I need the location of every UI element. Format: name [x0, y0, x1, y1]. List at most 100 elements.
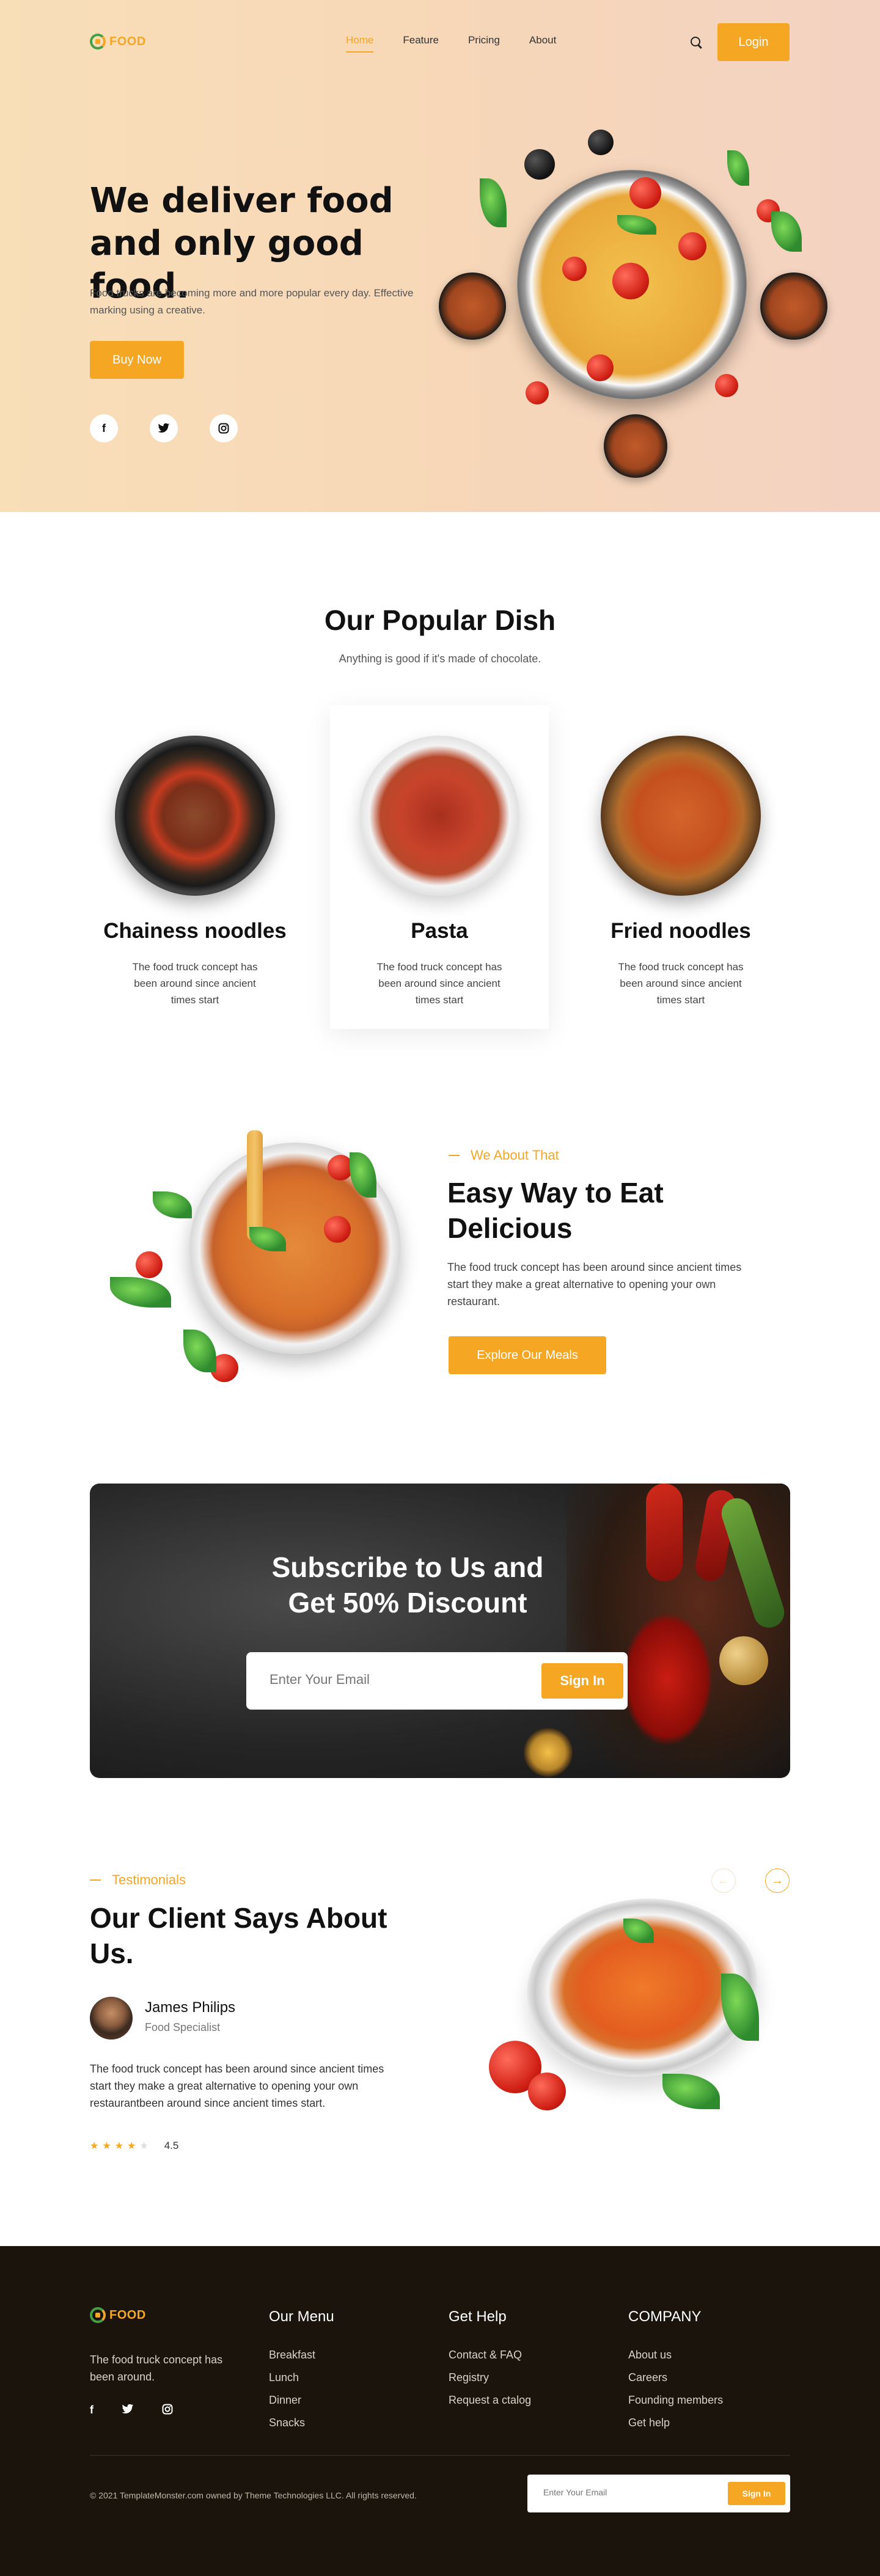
basil-leaf-icon — [662, 2074, 720, 2109]
small-bowl-image — [604, 414, 667, 478]
footer-link[interactable]: Breakfast — [269, 2344, 334, 2366]
eyebrow-dash — [449, 1155, 460, 1156]
about-description: The food truck concept has been around s… — [447, 1261, 742, 1308]
dish-description: The food truck concept has been around s… — [376, 961, 502, 1006]
star-icon: ★ — [127, 2141, 136, 2151]
facebook-icon[interactable]: f — [90, 2404, 94, 2418]
footer-link[interactable]: About us — [628, 2344, 723, 2366]
footer-email-input[interactable] — [543, 2487, 696, 2497]
hero-section: FOOD Home Feature Pricing About Login We… — [0, 0, 880, 512]
about-title: Easy Way to Eat Delicious — [447, 1177, 664, 1244]
subscribe-form: Sign In — [246, 1652, 628, 1710]
avatar — [90, 1997, 133, 2040]
footer-link[interactable]: Lunch — [269, 2366, 334, 2389]
about-eyebrow-label: We About That — [471, 1147, 559, 1163]
fork-noodles — [247, 1130, 263, 1240]
footer-column-company: COMPANY About us Careers Founding member… — [628, 2308, 723, 2434]
subscribe-banner: Subscribe to Us and Get 50% Discount Sig… — [90, 1484, 790, 1778]
footer-brand-logo[interactable]: FOOD — [90, 2307, 146, 2323]
about-eyebrow: We About That — [449, 1147, 559, 1163]
testimonial-person-role: Food Specialist — [145, 2021, 221, 2033]
arrow-left-icon[interactable]: ← — [711, 1868, 736, 1893]
popular-subtitle: Anything is good if it's made of chocola… — [339, 653, 541, 665]
tomato-icon — [629, 177, 661, 209]
footer-link[interactable]: Founding members — [628, 2389, 723, 2412]
tomato-icon — [136, 1251, 163, 1278]
testimonial-person-name: James Philips — [145, 1999, 236, 2016]
basil-leaf-icon — [771, 211, 802, 252]
search-icon[interactable] — [691, 37, 700, 46]
footer-sign-in-button[interactable]: Sign In — [728, 2482, 785, 2505]
footer-column-menu: Our Menu Breakfast Lunch Dinner Snacks — [269, 2308, 334, 2434]
dish-image — [115, 736, 275, 896]
testimonials-eyebrow-label: Testimonials — [112, 1872, 186, 1887]
dish-description: The food truck concept has been around s… — [618, 961, 744, 1006]
instagram-icon[interactable] — [162, 2404, 173, 2418]
subscribe-title: Subscribe to Us and Get 50% Discount — [271, 1551, 544, 1619]
dish-card[interactable]: Chainess noodles The food truck concept … — [86, 705, 304, 1029]
footer-link[interactable]: Registry — [449, 2366, 531, 2389]
bell-pepper-icon — [622, 1612, 713, 1746]
small-bowl-image — [760, 273, 827, 340]
logo-icon — [90, 34, 106, 49]
testimonials-title: Our Client Says About Us. — [90, 1902, 387, 1969]
footer-link[interactable]: Dinner — [269, 2389, 334, 2412]
brand-logo[interactable]: FOOD — [90, 34, 146, 49]
footer-column-title: Our Menu — [269, 2308, 334, 2325]
footer-social-links: f — [90, 2404, 173, 2418]
explore-meals-button[interactable]: Explore Our Meals — [449, 1336, 606, 1374]
logo-icon — [90, 2307, 106, 2323]
footer-link[interactable]: Snacks — [269, 2412, 334, 2434]
instagram-icon[interactable] — [210, 414, 238, 442]
basil-leaf-icon — [727, 150, 749, 186]
basil-leaf-icon — [153, 1191, 192, 1218]
rating-value: 4.5 — [164, 2140, 179, 2151]
subscribe-sign-in-button[interactable]: Sign In — [541, 1663, 623, 1699]
tomato-icon — [562, 257, 587, 281]
dish-card[interactable]: Fried noodles The food truck concept has… — [571, 705, 790, 1029]
tomato-icon — [678, 232, 706, 260]
nav-item-feature[interactable]: Feature — [403, 34, 439, 46]
star-icon: ★ — [114, 2141, 124, 2151]
star-icon: ★ — [139, 2141, 148, 2151]
dish-name: Chainess noodles — [103, 919, 287, 943]
eyebrow-dash — [90, 1879, 101, 1881]
tomato-icon — [324, 1216, 351, 1243]
star-icon: ★ — [102, 2141, 111, 2151]
twitter-icon[interactable] — [122, 2404, 134, 2418]
footer-link[interactable]: Request a ctalog — [449, 2389, 531, 2412]
footer-link[interactable]: Contact & FAQ — [449, 2344, 531, 2366]
hero-social-links: f — [90, 414, 238, 442]
arrow-right-icon[interactable]: → — [765, 1868, 790, 1893]
nav-item-pricing[interactable]: Pricing — [468, 34, 500, 46]
tomato-icon — [587, 354, 614, 381]
twitter-icon[interactable] — [150, 414, 178, 442]
footer-email-form: Sign In — [527, 2475, 790, 2512]
oil-bowl-icon — [524, 1728, 573, 1777]
tomato-icon — [528, 2073, 566, 2110]
dish-image — [359, 736, 519, 896]
onion-icon — [719, 1636, 768, 1685]
footer-link[interactable]: Careers — [628, 2366, 723, 2389]
pepper-icon — [646, 1484, 683, 1581]
login-button[interactable]: Login — [717, 23, 790, 61]
footer-link[interactable]: Get help — [628, 2412, 723, 2434]
footer-column-title: COMPANY — [628, 2308, 702, 2325]
footer-divider — [90, 2455, 790, 2456]
main-nav: Home Feature Pricing About — [346, 34, 556, 53]
basil-leaf-icon — [110, 1277, 171, 1308]
nav-item-home[interactable]: Home — [346, 34, 374, 53]
dish-card[interactable]: Pasta The food truck concept has been ar… — [330, 705, 549, 1029]
olive-icon — [524, 149, 555, 180]
footer-column-help: Get Help Contact & FAQ Registry Request … — [449, 2308, 531, 2412]
footer-column-title: Get Help — [449, 2308, 507, 2325]
facebook-icon[interactable]: f — [90, 414, 118, 442]
buy-now-button[interactable]: Buy Now — [90, 341, 184, 379]
dish-description: The food truck concept has been around s… — [132, 961, 258, 1006]
subscribe-email-input[interactable] — [270, 1672, 514, 1688]
brand-name: FOOD — [109, 34, 146, 48]
testimonials-eyebrow: Testimonials — [90, 1872, 186, 1888]
olive-icon — [588, 130, 614, 155]
nav-item-about[interactable]: About — [529, 34, 556, 46]
star-icon: ★ — [90, 2141, 99, 2151]
